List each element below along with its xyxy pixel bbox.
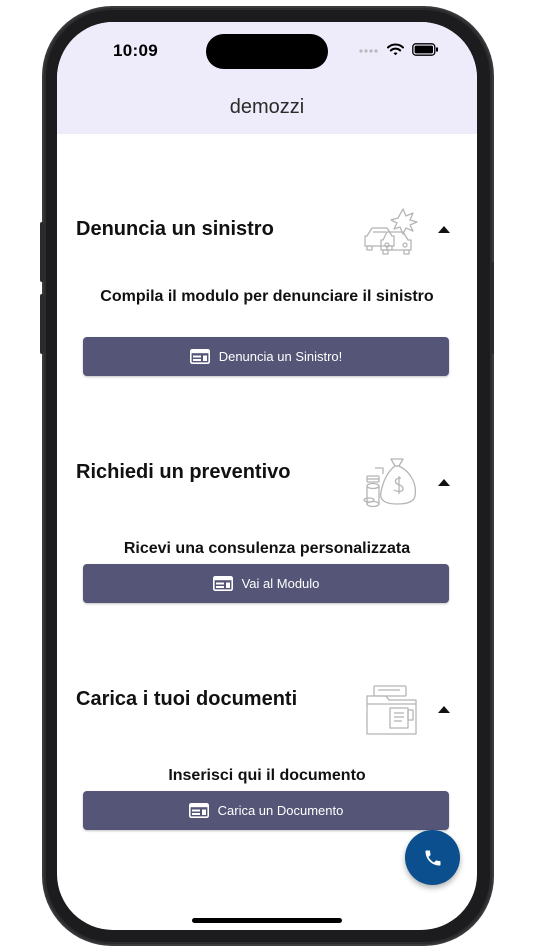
status-time: 10:09 [113,41,158,60]
money-bag-icon [363,458,417,508]
call-fab-button[interactable] [405,830,460,885]
carica-documento-button[interactable]: Carica un Documento [83,791,449,830]
section-title-documenti: Carica i tuoi documenti [76,688,298,710]
home-indicator [192,918,342,923]
section-subtitle-preventivo: Ricevi una consulenza personalizzata [123,540,411,557]
section-title-preventivo: Richiedi un preventivo [76,461,291,483]
signal-icon [359,48,378,53]
app-header: 10:09 demozzi [57,22,477,134]
collapse-caret-icon[interactable] [438,706,450,713]
status-icons [359,43,439,56]
section-subtitle-documenti: Inserisci qui il documento [168,767,366,784]
wifi-icon [387,43,404,56]
car-crash-icon [364,208,418,255]
vai-al-modulo-button[interactable]: Vai al Modulo [83,564,449,603]
collapse-caret-icon[interactable] [438,479,450,486]
phone-icon [425,850,440,865]
folder-documents-icon [366,685,417,735]
battery-icon [412,43,438,56]
app-screen: 10:09 demozzi Denuncia un sinistro Compi… [57,22,477,930]
denuncia-sinistro-button[interactable]: Denuncia un Sinistro! [83,337,449,376]
button-label: Carica un Documento [217,803,344,818]
power-button [490,262,494,354]
button-label: Vai al Modulo [241,576,320,591]
section-title-sinistro: Denuncia un sinistro [76,218,274,240]
button-label: Denuncia un Sinistro! [218,349,343,364]
volume-up-button [40,222,44,282]
form-icon [188,803,209,818]
dynamic-island [206,34,328,69]
form-icon [212,576,233,591]
app-title: demozzi [229,96,305,118]
section-subtitle-sinistro: Compila il modulo per denunciare il sini… [100,288,434,305]
collapse-caret-icon[interactable] [438,226,450,233]
form-icon [189,349,210,364]
volume-down-button [40,294,44,354]
